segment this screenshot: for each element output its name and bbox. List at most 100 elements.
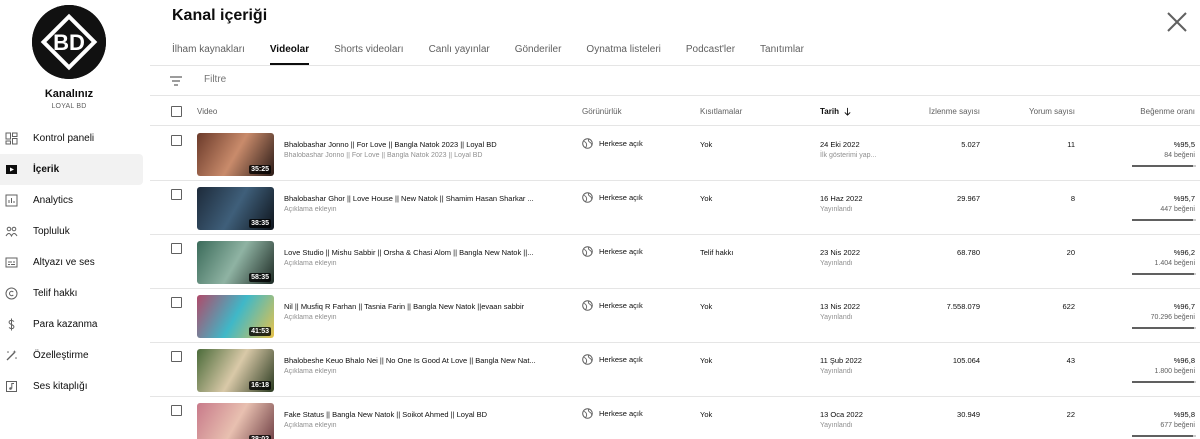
like-ratio-bar	[1132, 381, 1196, 383]
filter-icon[interactable]	[170, 75, 182, 87]
globe-icon	[582, 408, 593, 419]
like-ratio-bar	[1132, 273, 1196, 275]
visibility-cell[interactable]: Herkese açık	[582, 192, 643, 203]
video-title[interactable]: Love Studio || Mishu Sabbir || Orsha & C…	[284, 248, 559, 257]
row-checkbox[interactable]	[171, 243, 182, 254]
video-title[interactable]: Bhalobeshe Keuo Bhalo Nei || No One Is G…	[284, 356, 559, 365]
column-visibility[interactable]: Görünürlük	[582, 107, 622, 116]
sidebar-item-label: Para kazanma	[33, 319, 98, 330]
tab-bar: İlham kaynakları Videolar Shorts videoları…	[172, 34, 829, 65]
globe-icon	[582, 246, 593, 257]
visibility-cell[interactable]: Herkese açık	[582, 138, 643, 149]
visibility-cell[interactable]: Herkese açık	[582, 354, 643, 365]
customization-icon	[4, 349, 18, 363]
tab-3[interactable]: Canlı yayınlar	[429, 34, 490, 65]
like-ratio-bar	[1132, 327, 1196, 329]
tab-7[interactable]: Tanıtımlar	[760, 34, 804, 65]
restriction-cell: Yok	[700, 302, 713, 311]
column-restrictions[interactable]: Kısıtlamalar	[700, 107, 742, 116]
video-thumbnail[interactable]: 38:35	[197, 187, 274, 230]
column-views[interactable]: İzlenme sayısı	[910, 107, 980, 116]
date-cell: 13 Nis 2022	[820, 302, 861, 311]
table-row[interactable]: 41:53 Nil || Musfiq R Farhan || Tasnia Fa…	[150, 289, 1200, 343]
video-thumbnail[interactable]: 58:35	[197, 241, 274, 284]
channel-logo-icon: BD	[32, 5, 106, 79]
sidebar-item-copyright[interactable]: Telif hakkı	[0, 278, 143, 309]
like-ratio-cell: %96,7	[1173, 302, 1195, 311]
sidebar-item-analytics[interactable]: Analytics	[0, 185, 143, 216]
channel-avatar[interactable]: BD	[32, 5, 106, 79]
date-status: İlk gösterimi yap...	[820, 152, 877, 159]
table-row[interactable]: 35:25 Bhalobashar Jonno || For Love || Ba…	[150, 127, 1200, 181]
tab-2[interactable]: Shorts videoları	[334, 34, 403, 65]
video-title[interactable]: Fake Status || Bangla New Natok || Soiko…	[284, 410, 559, 419]
views-cell: 68.780	[957, 248, 980, 257]
close-icon[interactable]	[1164, 9, 1190, 35]
audio-library-icon	[4, 380, 18, 394]
date-cell: 23 Nis 2022	[820, 248, 861, 257]
sidebar-item-dashboard[interactable]: Kontrol paneli	[0, 123, 143, 154]
channel-name: LOYAL BD	[51, 103, 87, 110]
tab-1[interactable]: Videolar	[269, 34, 310, 65]
table-row[interactable]: 58:35 Love Studio || Mishu Sabbir || Orsh…	[150, 235, 1200, 289]
table-row[interactable]: 16:18 Bhalobeshe Keuo Bhalo Nei || No One…	[150, 343, 1200, 397]
filter-input[interactable]	[204, 74, 404, 85]
comments-cell: 622	[1062, 302, 1075, 311]
views-cell: 5.027	[961, 140, 980, 149]
sidebar-item-community[interactable]: Topluluk	[0, 216, 143, 247]
column-comments[interactable]: Yorum sayısı	[1010, 107, 1075, 116]
visibility-label: Herkese açık	[599, 301, 643, 310]
like-ratio-bar-fill	[1132, 327, 1194, 329]
sidebar-item-customization[interactable]: Özelleştirme	[0, 340, 143, 371]
video-title[interactable]: Bhalobashar Ghor || Love House || New Na…	[284, 194, 559, 203]
video-duration: 16:18	[249, 381, 271, 390]
like-ratio-bar-fill	[1132, 219, 1194, 221]
sidebar-item-label: Altyazı ve ses	[33, 257, 95, 268]
video-title[interactable]: Bhalobashar Jonno || For Love || Bangla …	[284, 140, 559, 149]
like-count: 677 beğeni	[1160, 422, 1195, 429]
video-duration: 35:25	[249, 165, 271, 174]
video-thumbnail[interactable]: 28:02	[197, 403, 274, 439]
video-thumbnail[interactable]: 35:25	[197, 133, 274, 176]
table-row[interactable]: 38:35 Bhalobashar Ghor || Love House || N…	[150, 181, 1200, 235]
video-duration: 28:02	[249, 435, 271, 439]
visibility-cell[interactable]: Herkese açık	[582, 408, 643, 419]
tab-4[interactable]: Gönderiler	[515, 34, 562, 65]
row-checkbox[interactable]	[171, 351, 182, 362]
row-checkbox[interactable]	[171, 189, 182, 200]
table-row[interactable]: 28:02 Fake Status || Bangla New Natok || …	[150, 397, 1200, 439]
content-icon	[4, 163, 18, 177]
video-duration: 58:35	[249, 273, 271, 282]
video-thumbnail[interactable]: 16:18	[197, 349, 274, 392]
select-all-checkbox[interactable]	[171, 106, 182, 117]
like-count: 70.296 beğeni	[1150, 314, 1195, 321]
monetization-icon	[4, 318, 18, 332]
tab-5[interactable]: Oynatma listeleri	[586, 34, 660, 65]
visibility-cell[interactable]: Herkese açık	[582, 300, 643, 311]
views-cell: 7.558.079	[946, 302, 980, 311]
sidebar-item-label: Özelleştirme	[33, 350, 89, 361]
video-title[interactable]: Nil || Musfiq R Farhan || Tasnia Farin |…	[284, 302, 559, 311]
date-status: Yayınlandı	[820, 368, 853, 375]
sidebar-item-label: Analytics	[33, 195, 74, 206]
like-ratio-bar-fill	[1132, 273, 1194, 275]
copyright-icon	[4, 287, 18, 301]
row-checkbox[interactable]	[171, 405, 182, 416]
video-description: Açıklama ekleyin	[284, 206, 337, 213]
sidebar-item-subtitles[interactable]: Altyazı ve ses	[0, 247, 143, 278]
sidebar-item-content[interactable]: İçerik	[0, 154, 143, 185]
video-description: Açıklama ekleyin	[284, 314, 337, 321]
column-date[interactable]: Tarih	[820, 107, 852, 116]
tab-0[interactable]: İlham kaynakları	[172, 34, 245, 65]
like-ratio-bar-fill	[1132, 381, 1194, 383]
video-description: Açıklama ekleyin	[284, 260, 337, 267]
column-likes[interactable]: Beğenme oranı	[1125, 107, 1195, 116]
sidebar-item-audio-library[interactable]: Ses kitaplığı	[0, 371, 143, 402]
tab-6[interactable]: Podcast'ler	[686, 34, 735, 65]
video-thumbnail[interactable]: 41:53	[197, 295, 274, 338]
row-checkbox[interactable]	[171, 297, 182, 308]
sidebar-item-label: Topluluk	[33, 226, 70, 237]
sidebar-item-monetization[interactable]: Para kazanma	[0, 309, 143, 340]
row-checkbox[interactable]	[171, 135, 182, 146]
visibility-cell[interactable]: Herkese açık	[582, 246, 643, 257]
